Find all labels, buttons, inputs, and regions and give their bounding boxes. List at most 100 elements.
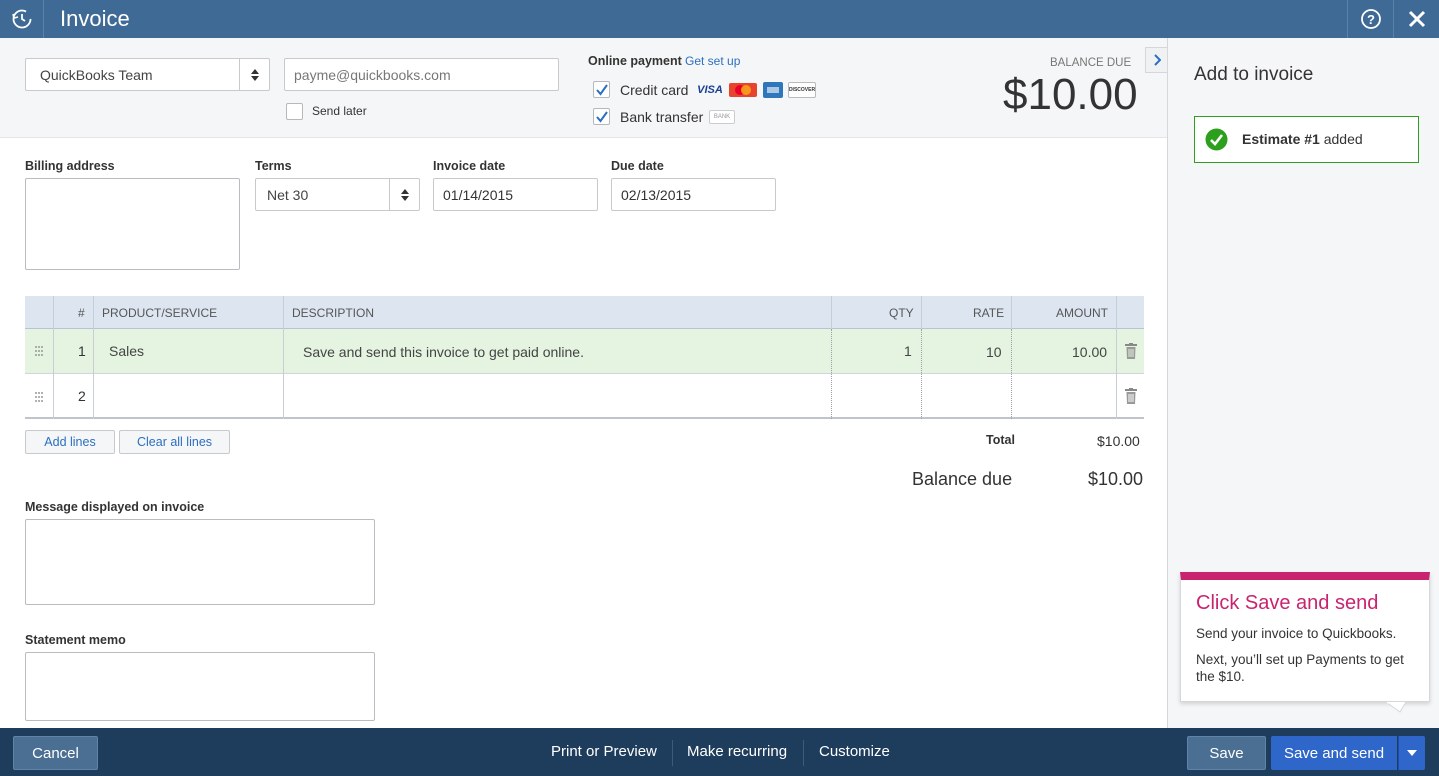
balance-due-label: BALANCE DUE (1050, 57, 1132, 69)
add-to-invoice-panel: Add to invoice Estimate #1 added Click S… (1167, 38, 1439, 728)
estimate-added-notice: Estimate #1 added (1194, 116, 1419, 163)
row-number: 1 (78, 343, 86, 359)
col-header-number: # (78, 306, 85, 320)
bank-badge: BANK (709, 110, 735, 124)
invoice-date-value: 01/14/2015 (443, 187, 514, 203)
check-circle-icon (1205, 128, 1228, 154)
drag-handle-icon[interactable] (34, 390, 44, 406)
table-row[interactable]: 2 (25, 374, 1144, 419)
terms-select[interactable]: Net 30 (255, 178, 420, 211)
discover-logo: DISCOVER (788, 82, 816, 98)
trash-icon[interactable] (1125, 388, 1137, 407)
send-later-checkbox[interactable] (286, 103, 303, 120)
col-header-qty: QTY (889, 306, 914, 320)
table-row[interactable]: 1 Sales Save and send this invoice to ge… (25, 329, 1144, 374)
customize-button[interactable]: Customize (819, 743, 890, 760)
sort-arrows-icon (389, 179, 419, 210)
footer-bar: Cancel Print or Preview Make recurring C… (0, 728, 1439, 776)
email-placeholder: payme@quickbooks.com (294, 67, 451, 83)
notice-text: Estimate #1 added (1242, 131, 1363, 147)
row-description[interactable]: Save and send this invoice to get paid o… (303, 344, 584, 360)
svg-text:?: ? (1367, 12, 1375, 27)
online-payment-label: Online payment (588, 54, 682, 68)
customer-value: QuickBooks Team (40, 67, 153, 83)
row-product[interactable]: Sales (109, 343, 144, 359)
bank-transfer-checkbox[interactable] (593, 108, 610, 125)
credit-card-label: Credit card (620, 82, 689, 98)
due-date-value: 02/13/2015 (621, 187, 692, 203)
notice-bold: Estimate #1 (1242, 131, 1320, 147)
col-header-amount: AMOUNT (1056, 306, 1108, 320)
tip-callout: Click Save and send Send your invoice to… (1180, 572, 1430, 702)
tip-title: Click Save and send (1196, 592, 1379, 614)
top-bar: Invoice ? (0, 0, 1439, 38)
row-number: 2 (78, 388, 86, 404)
chevron-down-icon (1407, 750, 1417, 756)
mastercard-logo (729, 83, 757, 97)
tip-line-1: Send your invoice to Quickbooks. (1196, 626, 1397, 641)
save-options-dropdown[interactable] (1398, 736, 1425, 770)
customer-select[interactable]: QuickBooks Team (25, 58, 270, 91)
message-field[interactable] (25, 519, 375, 605)
col-header-description: DESCRIPTION (292, 306, 375, 320)
column-divider (831, 296, 832, 329)
column-divider (93, 296, 94, 419)
billing-address-label: Billing address (25, 159, 115, 173)
help-icon[interactable]: ? (1347, 0, 1393, 38)
balance-due-total-label: Balance due (912, 469, 1013, 489)
notice-rest: added (1319, 131, 1363, 147)
get-set-up-link[interactable]: Get set up (685, 54, 740, 68)
clear-all-lines-button[interactable]: Clear all lines (119, 430, 230, 454)
column-divider (921, 329, 922, 419)
check-icon (596, 84, 608, 96)
cancel-button[interactable]: Cancel (13, 736, 98, 770)
email-field[interactable]: payme@quickbooks.com (284, 58, 559, 91)
line-items-header: # PRODUCT/SERVICE DESCRIPTION QTY RATE A… (25, 296, 1144, 329)
trash-icon[interactable] (1125, 343, 1137, 362)
callout-pointer (1386, 702, 1406, 713)
footer-divider (803, 740, 804, 766)
sort-arrows-icon (239, 59, 269, 90)
save-and-send-button[interactable]: Save and send (1271, 736, 1397, 770)
print-preview-button[interactable]: Print or Preview (551, 743, 657, 760)
tip-line-2: Next, you’ll set up Payments to get the … (1196, 652, 1404, 684)
terms-value: Net 30 (267, 187, 309, 203)
col-header-rate: RATE (973, 306, 1005, 320)
column-divider (1116, 296, 1117, 419)
footer-divider (672, 740, 673, 766)
message-label: Message displayed on invoice (25, 500, 205, 514)
amex-logo (763, 82, 783, 98)
close-icon[interactable] (1393, 0, 1439, 38)
row-rate[interactable]: 10 (986, 344, 1002, 360)
panel-title: Add to invoice (1194, 64, 1314, 85)
statement-memo-label: Statement memo (25, 633, 126, 647)
drag-handle-icon[interactable] (34, 344, 44, 360)
check-icon (596, 111, 608, 123)
statement-memo-field[interactable] (25, 652, 375, 721)
invoice-date-label: Invoice date (433, 159, 506, 173)
chevron-right-icon (1153, 54, 1161, 66)
column-divider (1011, 296, 1012, 329)
column-divider (283, 296, 284, 419)
row-qty[interactable]: 1 (904, 343, 912, 359)
invoice-date-field[interactable]: 01/14/2015 (433, 178, 598, 211)
collapse-panel-button[interactable] (1145, 47, 1167, 73)
due-date-field[interactable]: 02/13/2015 (611, 178, 776, 211)
balance-due-amount: $10.00 (1003, 70, 1138, 119)
total-value: $10.00 (1097, 433, 1140, 449)
visa-logo: VISA (697, 84, 723, 96)
bank-transfer-label: Bank transfer (620, 109, 704, 125)
row-amount[interactable]: 10.00 (1072, 344, 1107, 360)
save-button[interactable]: Save (1187, 736, 1266, 770)
due-date-label: Due date (611, 159, 664, 173)
billing-address-field[interactable] (25, 178, 240, 270)
make-recurring-button[interactable]: Make recurring (687, 743, 787, 760)
page-title: Invoice (60, 6, 130, 31)
column-divider (921, 296, 922, 329)
col-header-product: PRODUCT/SERVICE (102, 306, 218, 320)
column-divider (1011, 329, 1012, 419)
total-label: Total (986, 433, 1015, 447)
add-lines-button[interactable]: Add lines (25, 430, 115, 454)
history-icon[interactable] (0, 0, 44, 38)
credit-card-checkbox[interactable] (593, 81, 610, 98)
